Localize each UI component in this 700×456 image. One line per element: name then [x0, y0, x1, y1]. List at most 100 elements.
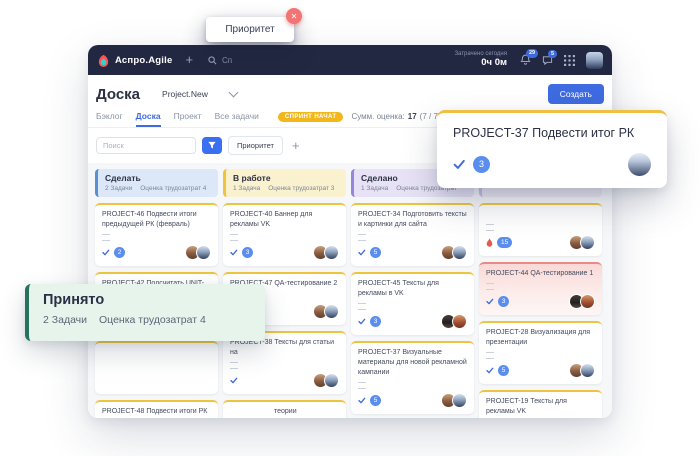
points-badge: 5	[370, 395, 381, 406]
assignee-avatars	[445, 393, 467, 408]
search-input[interactable]	[96, 137, 196, 154]
kanban-card[interactable]: PROJECT-46 Подвести итоги предыдущей РК …	[95, 203, 218, 266]
messages-button[interactable]: 5	[542, 55, 553, 66]
sprint-summary-value: 17	[408, 112, 417, 121]
filter-chip-priority[interactable]: Приоритет	[228, 136, 283, 155]
description-icon	[102, 234, 110, 241]
user-avatar[interactable]	[586, 52, 603, 69]
top-navbar: Аспро.Agile + Сп Затрачено сегодня 0ч 0м…	[88, 45, 612, 75]
assignee-avatars	[317, 245, 339, 260]
column-estimate: Оценка трудозатрат 3	[268, 185, 334, 192]
assignee-avatars	[445, 245, 467, 260]
column-title: В работе	[233, 173, 339, 183]
card-footer: 5	[358, 393, 467, 408]
description-icon	[358, 303, 366, 310]
dragged-card-popup[interactable]: PROJECT-37 Подвести итог РК 3	[437, 110, 667, 188]
accepted-estimate: Оценка трудозатрат 4	[99, 314, 206, 326]
popup-points-badge: 3	[473, 156, 490, 173]
time-tracker-value: 0ч 0м	[454, 58, 507, 69]
brand-name: Аспро.Agile	[115, 55, 172, 66]
kanban-column: 15 PROJECT-44 QA-тестирование 13 PROJECT-2…	[479, 169, 602, 418]
kanban-card[interactable]: PROJECT-34 Подготовить тексты и картинки…	[351, 203, 474, 266]
column-task-count: 1 Задача	[361, 185, 388, 192]
assignee-avatars	[573, 363, 595, 378]
check-icon	[230, 249, 238, 256]
check-icon	[358, 249, 366, 256]
chevron-down-icon	[228, 88, 238, 98]
tab-board[interactable]: Доска	[136, 111, 161, 127]
assignee-avatars	[317, 373, 339, 388]
assignee-avatars	[317, 304, 339, 319]
add-icon[interactable]: +	[185, 55, 193, 65]
column-meta: 1 Задача Оценка трудозатрат 3	[233, 185, 339, 192]
accepted-task-count: 2 Задачи	[43, 314, 87, 326]
description-icon	[230, 234, 238, 241]
card-footer: 5	[486, 363, 595, 378]
kanban-column: Сделано1 ЗадачаОценка трудозатратPROJECT…	[351, 169, 474, 418]
avatar	[580, 363, 595, 378]
card-footer: 3	[486, 294, 595, 309]
kanban-card[interactable]: PROJECT-28 Визуализация для презентации 5	[479, 321, 602, 384]
points-badge: 5	[370, 247, 381, 258]
kanban-card[interactable]: PROJECT-48 Подвести итоги РК3	[95, 400, 218, 418]
kanban-card[interactable]: теории3	[223, 400, 346, 418]
kanban-card[interactable]: 15	[479, 203, 602, 256]
column-task-count: 1 Задача	[233, 185, 260, 192]
card-title: PROJECT-48 Подвести итоги РК	[102, 407, 211, 417]
avatar	[580, 294, 595, 309]
close-icon[interactable]: ✕	[286, 8, 302, 24]
kanban-card[interactable]: PROJECT-37 Визуальные материалы для ново…	[351, 341, 474, 414]
points-badge: 3	[242, 247, 253, 258]
points-badge: 2	[114, 247, 125, 258]
card-title: PROJECT-46 Подвести итоги предыдущей РК …	[102, 210, 211, 230]
notifications-button[interactable]: 29	[520, 54, 531, 66]
card-title	[486, 210, 595, 220]
page-title: Доска	[96, 86, 140, 103]
check-icon	[453, 159, 466, 170]
description-icon	[358, 234, 366, 241]
description-icon	[358, 382, 366, 389]
sprint-status-badge: СПРИНТ НАЧАТ	[278, 112, 344, 122]
kanban-card[interactable]: PROJECT-40 Баннер для рекламы VK3	[223, 203, 346, 266]
messages-badge: 5	[548, 50, 557, 59]
create-button[interactable]: Создать	[548, 84, 604, 104]
card-title: PROJECT-28 Визуализация для презентации	[486, 328, 595, 348]
card-footer: 3	[358, 314, 467, 329]
tab-project[interactable]: Проект	[174, 111, 202, 127]
app-logo: Аспро.Agile	[97, 54, 172, 67]
points-badge: 5	[498, 365, 509, 376]
column-header[interactable]: Сделать2 ЗадачиОценка трудозатрат 4	[95, 169, 218, 197]
tab-backlog[interactable]: Бэклог	[96, 111, 123, 127]
kanban-card[interactable]: PROJECT-45 Тексты для рекламы в VK 3	[351, 272, 474, 335]
check-icon	[486, 367, 494, 374]
project-select[interactable]: Project.New	[154, 86, 245, 102]
popup-avatar	[628, 153, 651, 176]
avatar	[452, 314, 467, 329]
navbar-search[interactable]: Сп	[208, 56, 232, 65]
column-header[interactable]: В работе 1 Задача Оценка трудозатрат 3	[223, 169, 346, 197]
points-badge: 3	[370, 316, 381, 327]
points-badge: 3	[498, 296, 509, 307]
project-select-value: Project.New	[162, 89, 208, 99]
tab-all-tasks[interactable]: Все задачи	[215, 111, 259, 127]
card-title: PROJECT-45 Тексты для рекламы в VK	[358, 279, 467, 299]
description-icon	[486, 352, 494, 359]
card-footer: 2	[102, 245, 211, 260]
kanban-card[interactable]: PROJECT-44 QA-тестирование 13	[479, 262, 602, 315]
column-meta: 2 ЗадачиОценка трудозатрат 4	[105, 185, 211, 192]
assignee-avatars	[573, 294, 595, 309]
filter-button[interactable]	[202, 137, 222, 154]
add-filter-button[interactable]: +	[289, 141, 303, 151]
card-title: PROJECT-37 Визуальные материалы для ново…	[358, 348, 467, 378]
kanban-card[interactable]: PROJECT-19 Тексты для рекламы VK5	[479, 390, 602, 418]
check-icon	[230, 377, 238, 384]
accepted-title: Принято	[43, 292, 251, 308]
avatar	[324, 304, 339, 319]
avatar	[452, 393, 467, 408]
avatar	[324, 373, 339, 388]
card-footer: 3	[230, 245, 339, 260]
column-task-count: 2 Задачи	[105, 185, 132, 192]
description-icon	[486, 224, 494, 231]
kanban-card[interactable]	[95, 341, 218, 394]
apps-grid-icon[interactable]	[564, 55, 575, 66]
